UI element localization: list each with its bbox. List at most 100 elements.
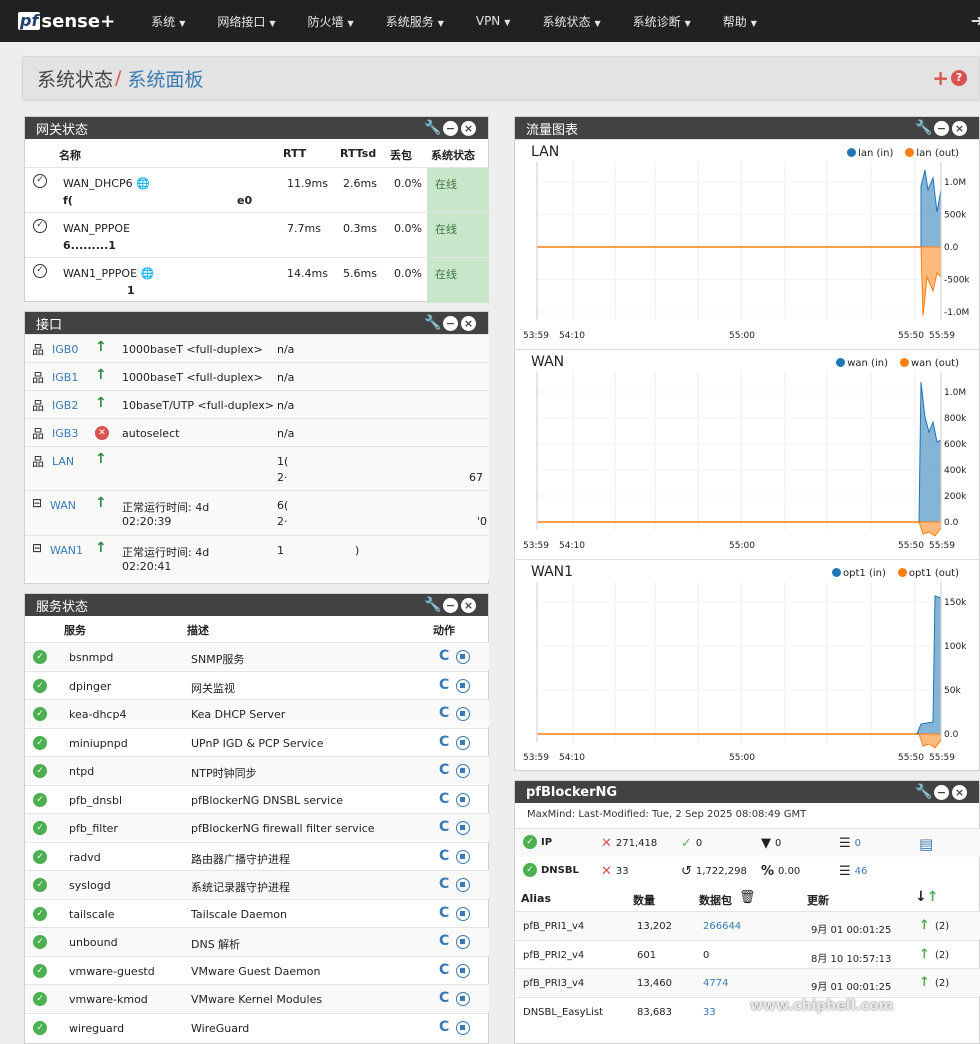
minimize-icon[interactable]: − (934, 784, 949, 800)
legend-in[interactable]: wan (in) (836, 358, 888, 369)
logout-icon[interactable]: ➜ (971, 11, 980, 30)
nav-help[interactable]: 帮助 ▼ (723, 13, 757, 30)
close-icon[interactable]: × (461, 597, 476, 613)
gateway-rttsd: 0.3ms (343, 222, 377, 235)
nav-services[interactable]: 系统服务 ▼ (386, 13, 444, 30)
restart-icon[interactable]: C (439, 905, 449, 921)
interface-link[interactable]: IGB1 (52, 371, 78, 384)
arrow-up-icon: ↑ (95, 395, 107, 411)
minimize-icon[interactable]: − (443, 597, 458, 613)
help-icon[interactable]: ? (951, 70, 967, 86)
ip-list-link[interactable]: 0 (855, 838, 861, 849)
stop-icon[interactable] (456, 764, 470, 778)
trash-icon[interactable]: 🗑 (739, 890, 756, 905)
pfblockerng-panel: pfBlockerNG 🔧 − × MaxMind: Last-Modified… (514, 780, 980, 1044)
restart-icon[interactable]: C (439, 848, 449, 864)
alias-packets[interactable]: 266644 (703, 921, 741, 932)
close-icon[interactable]: × (952, 120, 967, 136)
interface-link[interactable]: LAN (52, 455, 74, 468)
wrench-icon[interactable]: 🔧 (424, 597, 441, 613)
service-description: pfBlockerNG DNSBL service (191, 793, 344, 807)
restart-icon[interactable]: C (439, 1019, 449, 1035)
nav-diagnostics[interactable]: 系统诊断 ▼ (633, 13, 691, 30)
graph-title: WAN1 (531, 564, 574, 580)
interface-link[interactable]: IGB3 (52, 427, 78, 440)
stop-icon[interactable] (456, 650, 470, 664)
nav-firewall[interactable]: 防火墙 ▼ (308, 13, 354, 30)
stop-icon[interactable] (456, 963, 470, 978)
globe-icon: 🌐 (136, 177, 150, 190)
log-list-icon[interactable]: ▤ (919, 835, 933, 853)
minimize-icon[interactable]: − (443, 120, 458, 136)
close-icon[interactable]: × (952, 784, 967, 800)
stop-icon[interactable] (456, 906, 470, 921)
restart-icon[interactable]: C (439, 734, 449, 750)
nav-vpn[interactable]: VPN ▼ (476, 14, 511, 28)
legend-out[interactable]: opt1 (out) (897, 568, 959, 579)
alias-packets[interactable]: 33 (703, 1007, 716, 1018)
breadcrumb-current[interactable]: 系统面板 (127, 65, 203, 92)
interface-ip-tail: '0 (477, 515, 488, 528)
col-description: 描述 (187, 624, 209, 637)
minimize-icon[interactable]: − (934, 120, 949, 136)
legend-out[interactable]: lan (out) (905, 148, 959, 159)
wrench-icon[interactable]: 🔧 (424, 120, 441, 136)
stop-icon[interactable] (456, 878, 470, 892)
stop-icon[interactable] (456, 735, 470, 750)
restart-icon[interactable]: C (439, 677, 449, 693)
stop-icon[interactable] (456, 992, 470, 1006)
interface-link[interactable]: IGB0 (52, 343, 78, 356)
stop-icon[interactable] (456, 792, 470, 807)
stop-icon[interactable] (456, 849, 470, 864)
x-tick-label: 55:50 (898, 753, 924, 763)
pfsense-logo[interactable]: pf sense+ (18, 11, 115, 32)
restart-icon[interactable]: C (439, 791, 449, 807)
dnsbl-list-link[interactable]: 46 (855, 866, 868, 877)
dnsbl-percent: 0.00 (778, 866, 801, 877)
restart-icon[interactable]: C (439, 762, 449, 778)
stop-icon[interactable] (456, 678, 470, 693)
restart-icon[interactable]: C (439, 990, 449, 1006)
close-icon[interactable]: × (461, 120, 476, 136)
sort-arrows-icon[interactable]: ↓↑ (915, 889, 938, 905)
service-name: vmware-guestd (69, 964, 155, 978)
legend-out[interactable]: wan (out) (899, 358, 959, 369)
interface-link[interactable]: WAN1 (50, 544, 83, 557)
close-icon[interactable]: × (461, 315, 476, 331)
gateway-address: f( (63, 194, 73, 207)
service-row: ✓ tailscale Tailscale Daemon C (25, 898, 489, 927)
legend-in[interactable]: lan (in) (847, 148, 893, 159)
check-circle-icon: ✓ (33, 678, 47, 693)
stop-icon[interactable] (456, 935, 470, 949)
wrench-icon[interactable]: 🔧 (915, 784, 932, 800)
restart-icon[interactable]: C (439, 962, 449, 978)
stop-icon[interactable] (456, 707, 470, 721)
restart-icon[interactable]: C (439, 819, 449, 835)
legend-in[interactable]: opt1 (in) (832, 568, 886, 579)
restart-icon[interactable]: C (439, 648, 449, 664)
nav-interfaces[interactable]: 网络接口 ▼ (217, 13, 275, 30)
stop-icon[interactable] (456, 821, 470, 835)
restart-icon[interactable]: C (439, 705, 449, 721)
dnsbl-label: DNSBL (541, 864, 579, 876)
nav-system[interactable]: 系统 ▼ (151, 13, 185, 30)
interface-ip: 1( (277, 455, 289, 468)
service-description: 系统记录器守护进程 (191, 881, 290, 894)
alias-name: pfB_PRI2_v4 (523, 949, 585, 961)
nav-status[interactable]: 系统状态 ▼ (542, 13, 600, 30)
restart-icon[interactable]: C (439, 876, 449, 892)
alias-packets[interactable]: 4774 (703, 978, 728, 989)
interface-link[interactable]: WAN (50, 499, 76, 512)
restart-icon[interactable]: C (439, 933, 449, 949)
wrench-icon[interactable]: 🔧 (915, 120, 932, 136)
add-widget-icon[interactable]: + (932, 66, 949, 90)
alias-name: pfB_PRI1_v4 (523, 921, 585, 932)
service-name: dpinger (69, 679, 112, 693)
wan-port-icon: ⊟ (32, 541, 43, 555)
minimize-icon[interactable]: − (443, 315, 458, 331)
col-service: 服务 (64, 624, 86, 637)
interface-link[interactable]: IGB2 (52, 399, 78, 412)
interface-media: 1000baseT <full-duplex> (122, 343, 263, 356)
stop-icon[interactable] (456, 1020, 470, 1035)
wrench-icon[interactable]: 🔧 (424, 315, 441, 331)
